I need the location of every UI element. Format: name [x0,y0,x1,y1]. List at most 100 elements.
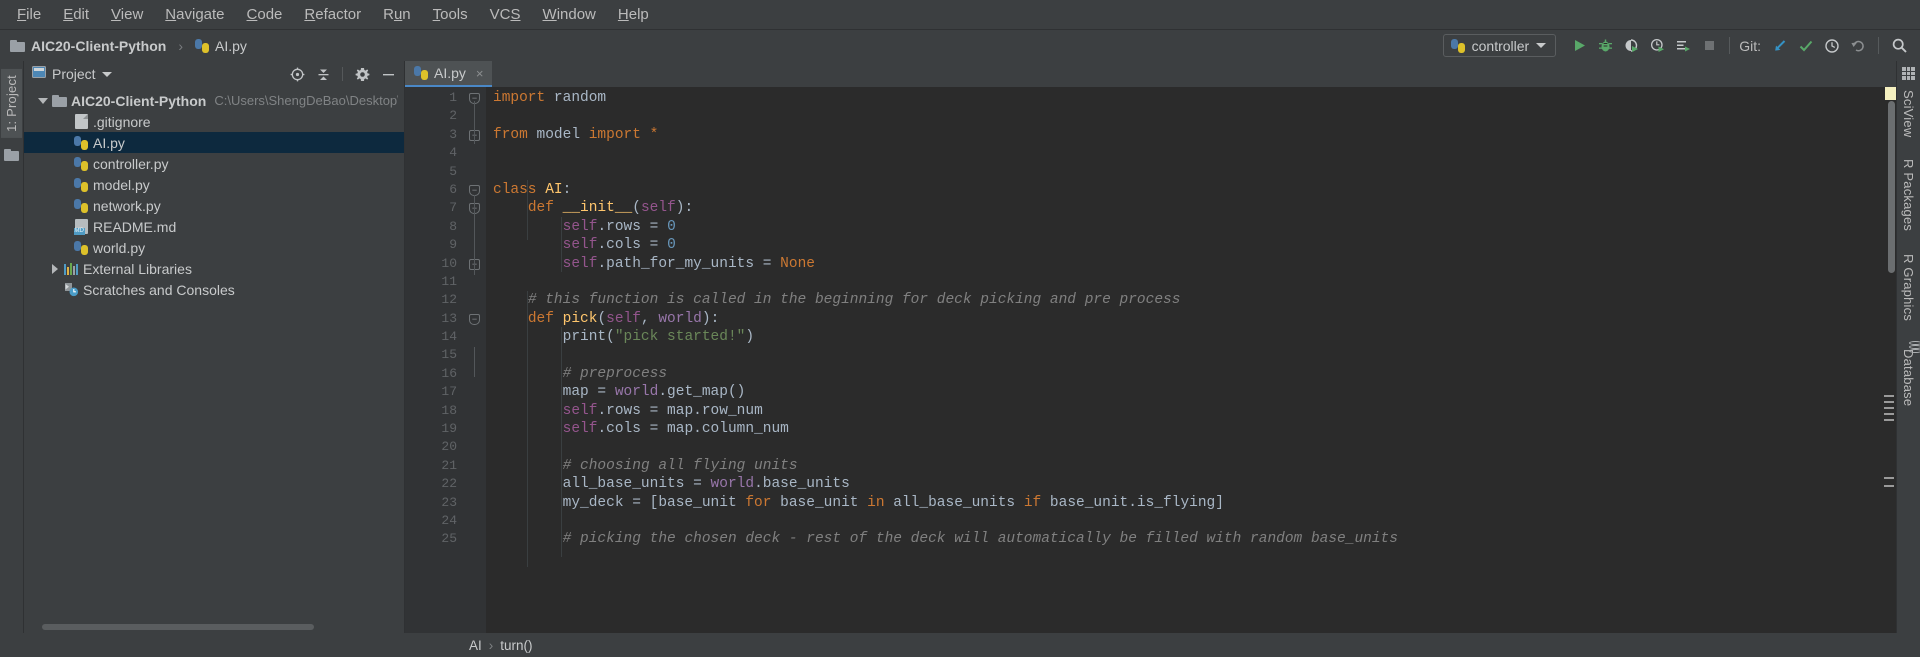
menu-item-tools[interactable]: Tools [422,3,479,26]
fold-row[interactable]: − [464,255,486,273]
run-with-console-button[interactable] [1670,33,1696,59]
project-panel-horizontal-scrollbar[interactable] [24,621,404,633]
code-line[interactable]: all_base_units = world.base_units [486,475,1882,493]
code-line[interactable]: # choosing all flying units [486,457,1882,475]
code-line[interactable]: my_deck = [base_unit for base_unit in al… [486,494,1882,512]
menu-item-file[interactable]: File [6,3,52,26]
breadcrumb-class[interactable]: AI [469,638,482,653]
code-line[interactable]: self.rows = map.row_num [486,402,1882,420]
fold-row[interactable] [464,365,486,383]
sidebar-tab-r-packages[interactable]: R Packages [1898,153,1919,237]
expander-down-icon[interactable] [36,97,50,104]
fold-row[interactable] [464,144,486,162]
code-line[interactable] [486,438,1882,456]
scrollbar-thumb[interactable] [42,624,314,630]
fold-row[interactable] [464,328,486,346]
panel-chevron-down-icon[interactable] [101,71,112,77]
fold-row[interactable] [464,236,486,254]
code-line[interactable]: # picking the chosen deck - rest of the … [486,530,1882,548]
menu-item-vcs[interactable]: VCS [479,3,532,26]
fold-row[interactable] [464,402,486,420]
code-line[interactable]: # preprocess [486,365,1882,383]
code-line[interactable]: self.rows = 0 [486,218,1882,236]
menu-item-edit[interactable]: Edit [52,3,100,26]
menu-item-refactor[interactable]: Refactor [293,3,372,26]
fold-row[interactable]: − [464,181,486,199]
editor-tab-ai-py[interactable]: AI.py × [405,61,492,87]
menu-item-code[interactable]: Code [236,3,294,26]
fold-row[interactable] [464,291,486,309]
fold-toggle-icon[interactable]: − [469,313,480,325]
fold-row[interactable] [464,163,486,181]
fold-row[interactable]: − [464,89,486,107]
profile-button[interactable] [1644,33,1670,59]
menu-item-navigate[interactable]: Navigate [154,3,235,26]
tree-row-external-libraries[interactable]: External Libraries [24,258,404,279]
tree-row-world-py[interactable]: world.py [24,237,404,258]
code-editor[interactable]: 1 2 3 4 5 6 7 8 9 10 11 12 13 14 15 16 17 18 19 20 21 22 23 24 2… [405,87,1896,633]
fold-row[interactable] [464,273,486,291]
code-folding-gutter[interactable]: −−−−−− [464,87,486,633]
tree-row-network-py[interactable]: network.py [24,195,404,216]
locate-file-button[interactable] [287,64,307,84]
code-line[interactable]: class AI: [486,181,1882,199]
code-line[interactable]: def __init__(self): [486,199,1882,217]
sidebar-tab-r-graphics[interactable]: R Graphics [1898,248,1919,327]
menu-item-window[interactable]: Window [532,3,607,26]
analysis-status-marker[interactable] [1885,87,1896,100]
debug-button[interactable] [1592,33,1618,59]
sidebar-tab-sciview[interactable]: SciView [1898,84,1919,143]
tree-row-readme-md[interactable]: MD README.md [24,216,404,237]
code-line[interactable]: print("pick started!") [486,328,1882,346]
git-update-button[interactable] [1767,33,1793,59]
code-line[interactable]: map = world.get_map() [486,383,1882,401]
tree-row-gitignore[interactable]: .gitignore [24,111,404,132]
code-line[interactable] [486,107,1882,125]
panel-settings-button[interactable] [352,64,372,84]
fold-row[interactable] [464,438,486,456]
code-content[interactable]: import random from model import * class … [486,87,1882,633]
run-configuration-selector[interactable]: controller [1442,34,1557,57]
sidebar-tab-database[interactable]: Database [1898,343,1919,412]
fold-row[interactable] [464,107,486,125]
run-coverage-button[interactable] [1618,33,1644,59]
tree-row-controller-py[interactable]: controller.py [24,153,404,174]
tree-row-model-py[interactable]: model.py [24,174,404,195]
git-history-button[interactable] [1819,33,1845,59]
collapse-all-button[interactable] [313,64,333,84]
git-commit-button[interactable] [1793,33,1819,59]
tree-row-scratches-consoles[interactable]: Scratches and Consoles [24,279,404,300]
close-icon[interactable]: × [476,66,484,81]
code-line[interactable] [486,144,1882,162]
structure-folder-icon[interactable] [4,148,19,166]
fold-row[interactable] [464,475,486,493]
breadcrumb-file[interactable]: AI.py [215,38,247,54]
menu-item-view[interactable]: View [100,3,154,26]
code-line[interactable]: self.cols = 0 [486,236,1882,254]
fold-row[interactable] [464,494,486,512]
project-tree[interactable]: AIC20-Client-Python C:\Users\ShengDeBao\… [24,87,404,621]
fold-row[interactable]: − [464,310,486,328]
fold-row[interactable] [464,383,486,401]
expander-right-icon[interactable] [48,263,62,274]
editor-vertical-scrollbar-thumb[interactable] [1888,101,1895,273]
fold-row[interactable]: − [464,126,486,144]
run-button[interactable] [1566,33,1592,59]
fold-row[interactable] [464,420,486,438]
git-rollback-button[interactable] [1845,33,1871,59]
search-everywhere-button[interactable] [1886,33,1912,59]
code-line[interactable] [486,346,1882,364]
tree-row-project-root[interactable]: AIC20-Client-Python C:\Users\ShengDeBao\… [24,90,404,111]
editor-scrollbar-rail[interactable] [1882,87,1896,633]
code-line[interactable]: self.path_for_my_units = None [486,255,1882,273]
stop-button[interactable] [1696,33,1722,59]
breadcrumb-project[interactable]: AIC20-Client-Python [31,38,166,54]
code-line[interactable]: # this function is called in the beginni… [486,291,1882,309]
code-line[interactable]: import random [486,89,1882,107]
menu-item-help[interactable]: Help [607,3,660,26]
fold-row[interactable] [464,346,486,364]
fold-row[interactable] [464,530,486,548]
sidebar-tab-project[interactable]: 1: Project [1,69,22,138]
hide-panel-button[interactable] [378,64,398,84]
code-line[interactable]: from model import * [486,126,1882,144]
